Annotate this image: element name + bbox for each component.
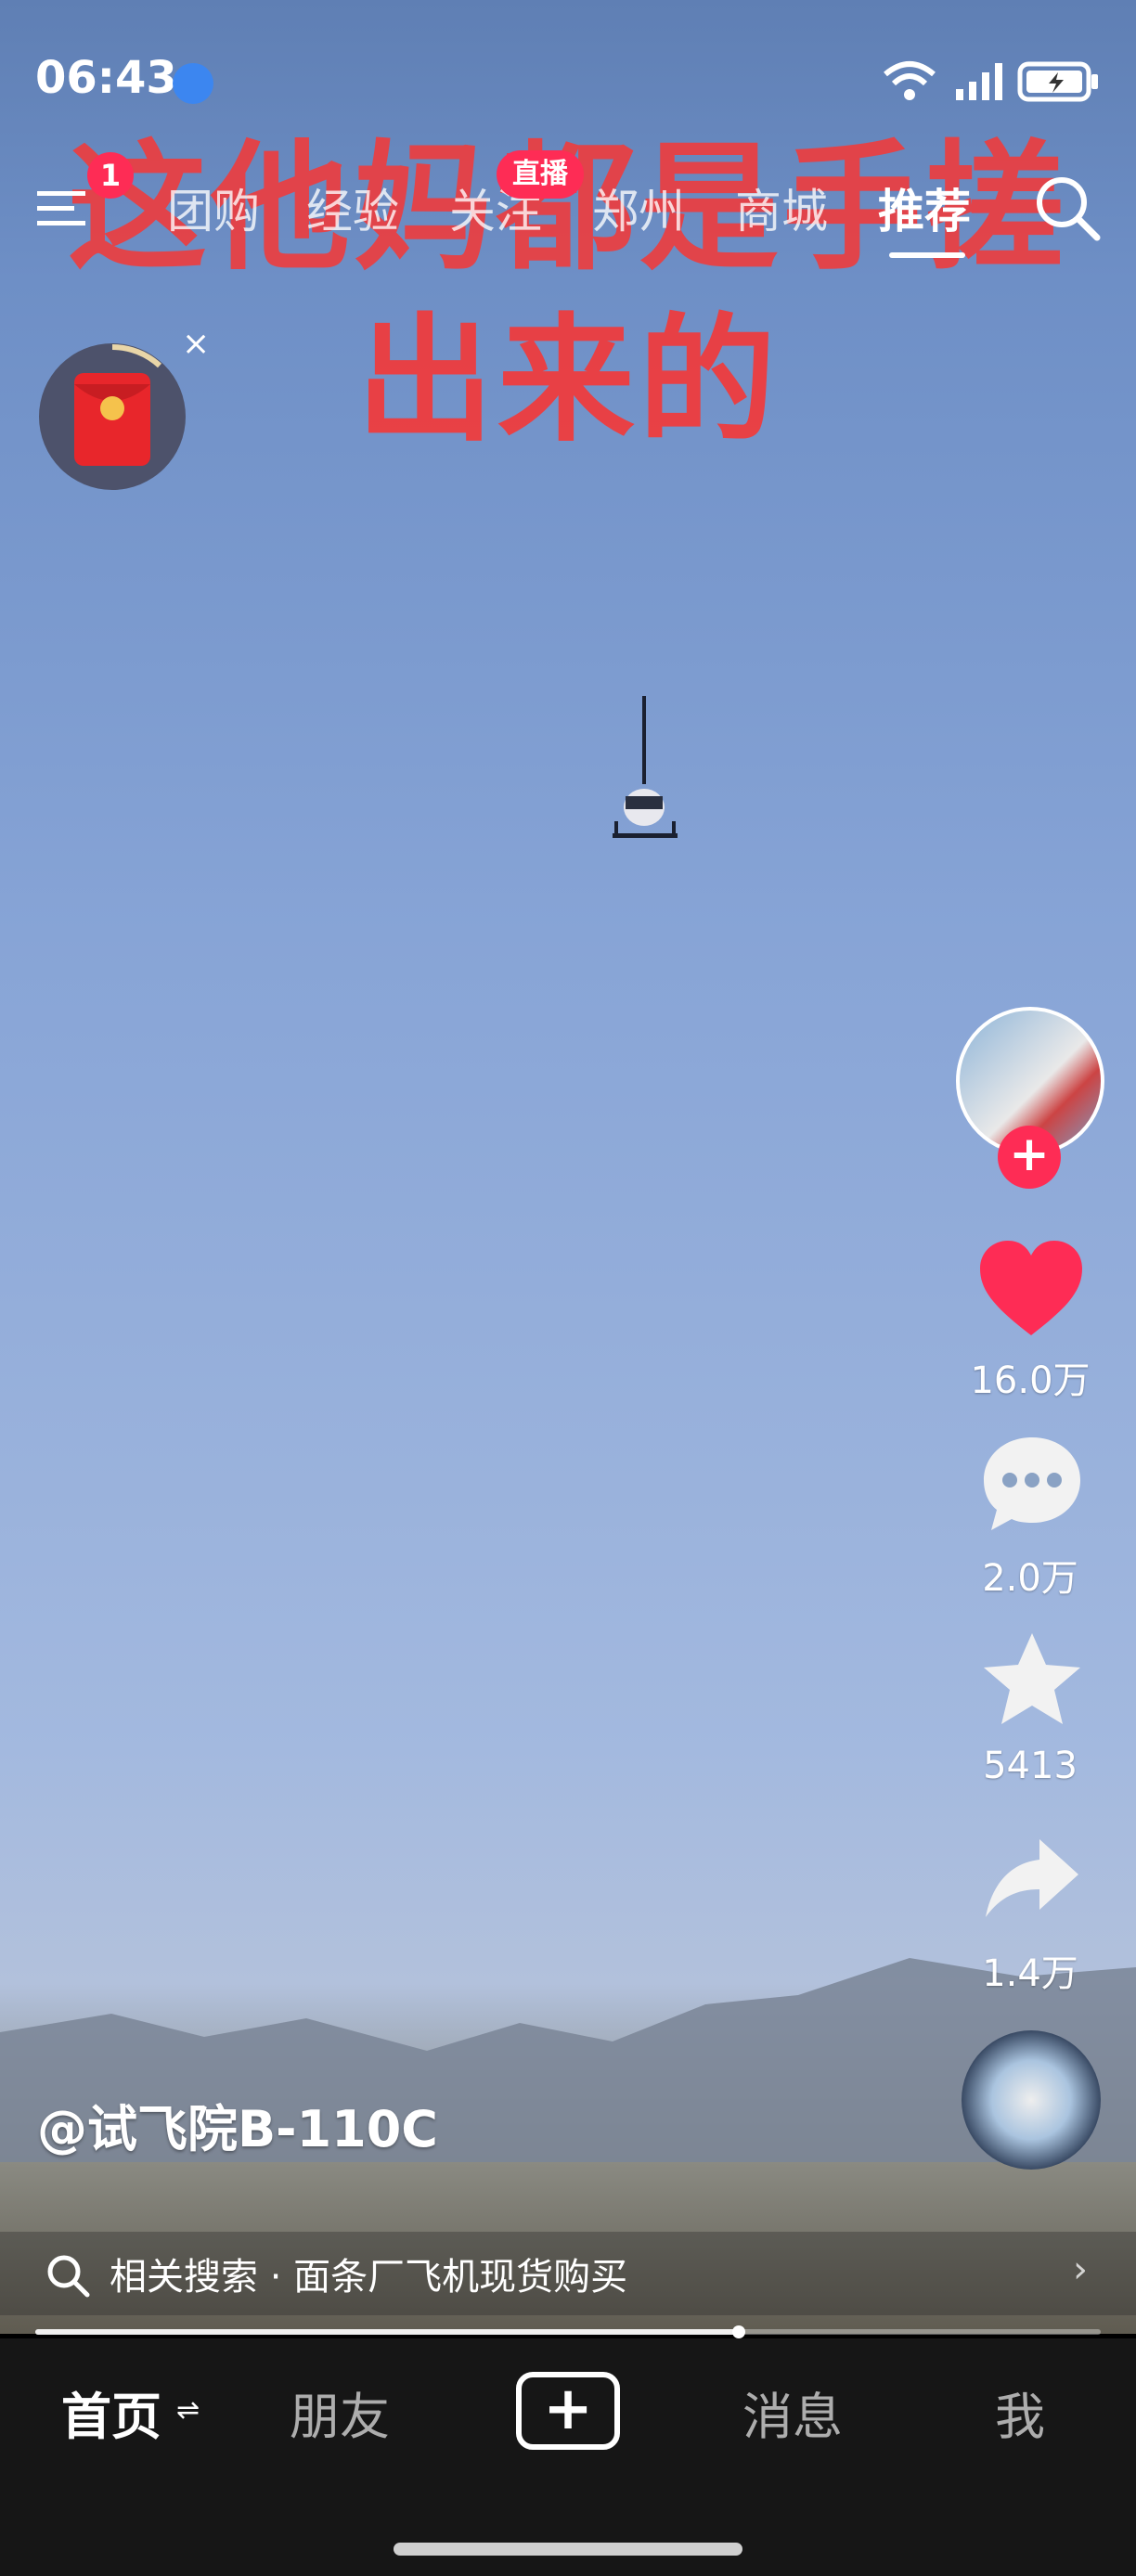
related-search-text: 相关搜索 · 面条厂飞机现货购买 (110, 2256, 628, 2299)
tab-zhengzhou[interactable]: 郑州 (592, 174, 685, 241)
create-button[interactable]: + (516, 2372, 620, 2450)
menu-badge: 1 (87, 152, 134, 199)
bottom-nav: 首页 ⇌ 朋友 + 消息 我 (0, 2338, 1136, 2576)
active-tab-indicator (889, 252, 965, 258)
progress-knob[interactable] (731, 2325, 745, 2338)
nav-me[interactable]: 我 (995, 2376, 1045, 2449)
nav-home[interactable]: 首页 (61, 2376, 161, 2449)
nav-messages[interactable]: 消息 (742, 2376, 843, 2449)
signal-icon (956, 63, 1002, 100)
like-icon[interactable] (976, 1239, 1086, 1339)
author-name[interactable]: @试飞院B-110C (37, 2088, 438, 2161)
comment-icon[interactable] (980, 1434, 1084, 1534)
status-bar: 06:43 (0, 0, 1136, 167)
switch-icon: ⇌ (176, 2394, 200, 2427)
progress-fill (35, 2329, 739, 2335)
red-packet-widget[interactable] (39, 343, 186, 490)
video-progress-bar[interactable] (35, 2325, 1101, 2338)
share-count: 1.4万 (982, 1952, 1078, 1995)
tab-experience[interactable]: 经验 (306, 174, 399, 241)
favorite-count: 5413 (983, 1745, 1078, 1787)
message-icon (173, 63, 213, 104)
status-time: 06:43 (35, 52, 177, 104)
music-disc[interactable] (962, 2030, 1101, 2170)
tab-recommend[interactable]: 推荐 (878, 174, 971, 241)
follow-button[interactable]: + (998, 1126, 1061, 1189)
nav-friends[interactable]: 朋友 (290, 2376, 390, 2449)
live-badge: 直播 (497, 150, 584, 199)
plus-icon: + (543, 2375, 593, 2443)
chevron-right-icon: › (1073, 2248, 1088, 2291)
home-indicator (394, 2543, 742, 2556)
search-icon[interactable] (1032, 173, 1103, 243)
favorite-star-icon[interactable] (980, 1629, 1084, 1730)
gyrocopter-image (613, 696, 678, 838)
menu-icon[interactable] (35, 180, 91, 236)
red-packet-icon (74, 344, 162, 466)
related-search-bar[interactable]: 相关搜索 · 面条厂飞机现货购买 › (0, 2232, 1136, 2315)
comment-count: 2.0万 (982, 1557, 1078, 1600)
share-arrow-icon[interactable] (982, 1835, 1082, 1921)
tab-mall[interactable]: 商城 (735, 174, 828, 241)
battery-icon (1017, 61, 1098, 102)
top-nav: 1 团购 经验 关注 直播 郑州 商城 推荐 (0, 150, 1136, 258)
wifi-icon (884, 61, 936, 100)
close-icon[interactable]: × (182, 325, 210, 363)
like-count: 16.0万 (970, 1359, 1091, 1402)
tab-group-buy[interactable]: 团购 (167, 174, 260, 241)
search-icon (47, 2255, 90, 2298)
